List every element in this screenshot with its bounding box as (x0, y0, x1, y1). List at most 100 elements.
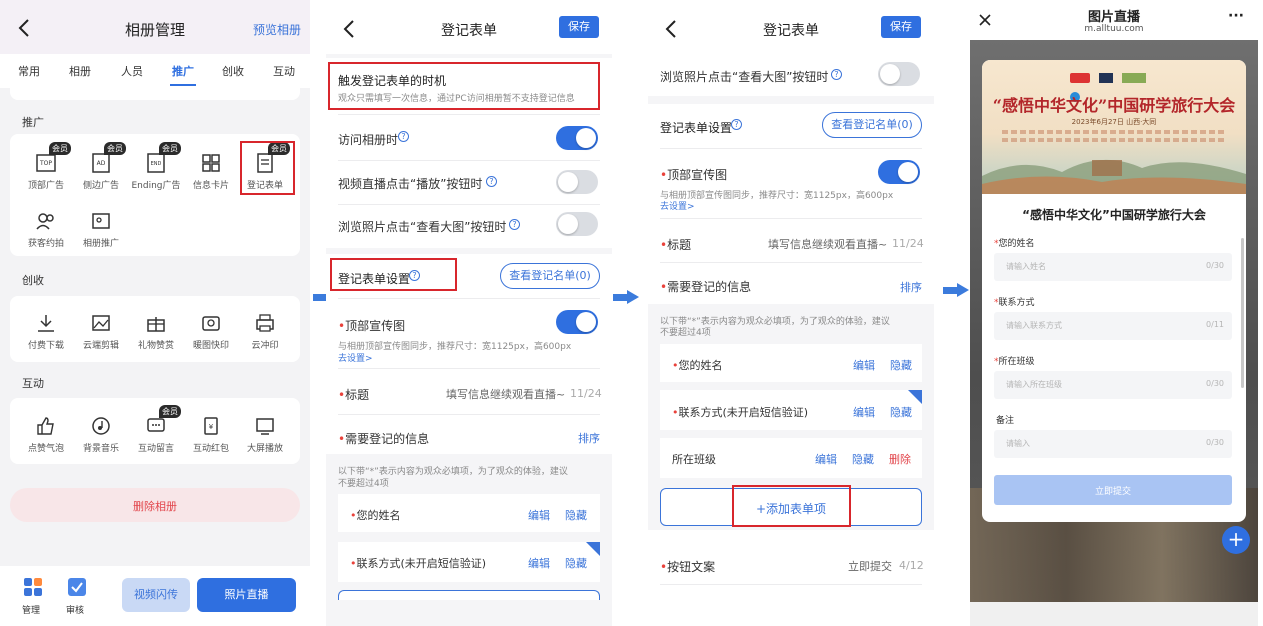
tab-album[interactable]: 相册 (69, 63, 91, 79)
save-button[interactable]: 保存 (559, 16, 599, 38)
help-icon[interactable]: ? (731, 119, 742, 130)
promo-side-ad[interactable]: 会员 AD 侧边广告 (71, 142, 131, 191)
video-flash-button[interactable]: 视频闪传 (122, 578, 190, 612)
highlight-form-settings (330, 258, 457, 291)
title-input[interactable]: 填写信息继续观看直播~ (768, 236, 887, 252)
interact-label: 大屏播放 (246, 444, 283, 454)
browse-photo-label: 浏览照片点击“查看大图”按钮时 (338, 220, 507, 234)
registration-form-scrolled-screen: 登记表单 保存 浏览照片点击“查看大图”按钮时 ? 登记表单设置 ? 查看登记名… (648, 0, 934, 626)
hide-link[interactable]: 隐藏 (852, 451, 874, 467)
go-settings-link[interactable]: 去设置> (338, 351, 373, 364)
flow-arrow (943, 283, 969, 297)
help-icon[interactable]: ? (398, 131, 409, 142)
top-banner-toggle[interactable] (556, 310, 598, 334)
review-tab[interactable]: 审核 (66, 576, 88, 616)
browse-photo-toggle[interactable] (556, 212, 598, 236)
add-item-edge (338, 590, 600, 600)
tab-promotion[interactable]: 推广 (172, 63, 194, 79)
interact-message[interactable]: 会员 互动留言 (126, 405, 186, 454)
revenue-cloud-edit[interactable]: 云端剪辑 (71, 312, 131, 351)
title-label: •标题 (660, 238, 692, 252)
class-field-label: *所在班级 (994, 357, 1035, 367)
view-registration-list-button[interactable]: 查看登记名单(0) (822, 112, 922, 138)
video-play-toggle[interactable] (556, 170, 598, 194)
top-banner-label: •顶部宣传图 (660, 168, 728, 182)
field-name-label: •您的姓名 (672, 359, 723, 372)
top-banner-label: •顶部宣传图 (338, 319, 406, 333)
edit-link[interactable]: 编辑 (815, 451, 837, 467)
hide-link[interactable]: 隐藏 (890, 404, 912, 420)
album-management-screen: 相册管理 预览相册 常用 相册 人员 推广 创收 互动 推广 会员 TOP 顶部… (0, 0, 310, 626)
interact-red-packet[interactable]: ¥ 互动红包 (181, 415, 241, 454)
revenue-quick-print[interactable]: 暖图快印 (181, 312, 241, 351)
revenue-label: 暖图快印 (192, 341, 229, 351)
tab-people[interactable]: 人员 (121, 63, 143, 79)
help-icon[interactable]: ? (486, 176, 497, 187)
add-fab-icon[interactable]: + (1222, 526, 1250, 554)
button-text-label: •按钮文案 (660, 560, 716, 574)
tab-interaction[interactable]: 互动 (273, 63, 295, 79)
preview-album-link[interactable]: 预览相册 (253, 21, 301, 38)
visit-album-label: 访问相册时 (338, 133, 399, 147)
corner-tag-icon (908, 390, 922, 404)
tab-revenue[interactable]: 创收 (222, 63, 244, 79)
edit-link[interactable]: 编辑 (853, 404, 875, 420)
scrollbar[interactable] (1241, 238, 1244, 388)
name-placeholder: 请输入姓名 (1006, 262, 1046, 271)
contact-field-label: *联系方式 (994, 298, 1035, 308)
photo-live-button[interactable]: 照片直播 (197, 578, 296, 612)
button-text-input[interactable]: 立即提交 (848, 558, 892, 574)
edit-link[interactable]: 编辑 (528, 555, 550, 571)
save-button[interactable]: 保存 (881, 16, 921, 38)
top-banner-toggle[interactable] (878, 160, 920, 184)
promo-label: 相册推广 (82, 239, 119, 249)
interact-bg-music[interactable]: 背景音乐 (71, 415, 131, 454)
class-char-count: 0/30 (1206, 379, 1224, 388)
class-input[interactable]: 请输入所在班级 0/30 (994, 371, 1232, 399)
revenue-gift[interactable]: 礼物赞赏 (126, 312, 186, 351)
visit-album-toggle[interactable] (556, 126, 598, 150)
interact-big-screen[interactable]: 大屏播放 (235, 415, 295, 454)
field-row-contact: •联系方式(未开启短信验证) 编辑 隐藏 (660, 390, 922, 430)
more-icon[interactable]: ··· (1228, 8, 1244, 24)
sort-link[interactable]: 排序 (578, 430, 600, 446)
note-input[interactable]: 请输入 0/30 (994, 430, 1232, 458)
page-url: m.alltuu.com (1084, 24, 1144, 34)
manage-tab[interactable]: 管理 (22, 576, 44, 616)
hide-link[interactable]: 隐藏 (565, 507, 587, 523)
contact-input[interactable]: 请输入联系方式 0/11 (994, 312, 1232, 340)
title-input[interactable]: 填写信息继续观看直播~ (446, 386, 565, 402)
promo-info-card[interactable]: 信息卡片 (181, 152, 241, 191)
submit-button[interactable]: 立即提交 (994, 475, 1232, 505)
interact-like-bubble[interactable]: 点赞气泡 (16, 415, 76, 454)
need-desc-line2: 不要超过4项 (660, 328, 711, 338)
corner-tag-icon (586, 542, 600, 556)
revenue-card: 付费下载 云端剪辑 礼物赞赏 暖图快印 云冲印 (10, 296, 300, 362)
delete-album-button[interactable]: 删除相册 (10, 488, 300, 522)
tab-common[interactable]: 常用 (18, 63, 40, 79)
help-icon[interactable]: ? (831, 69, 842, 80)
view-registration-list-button[interactable]: 查看登记名单(0) (500, 263, 600, 289)
edit-link[interactable]: 编辑 (853, 357, 875, 373)
name-input[interactable]: 请输入姓名 0/30 (994, 253, 1232, 281)
bottom-strip (970, 602, 1258, 626)
hide-link[interactable]: 隐藏 (890, 357, 912, 373)
help-icon[interactable]: ? (509, 219, 520, 230)
revenue-cloud-print[interactable]: 云冲印 (235, 312, 295, 351)
revenue-paid-download[interactable]: 付费下载 (16, 312, 76, 351)
browse-photo-toggle[interactable] (878, 62, 920, 86)
grid-icon (24, 578, 42, 596)
promo-ending-ad[interactable]: 会员 END Ending广告 (126, 142, 186, 191)
edit-link[interactable]: 编辑 (528, 507, 550, 523)
promo-album-promotion[interactable]: 相册推广 (71, 210, 131, 249)
promo-lead-booking[interactable]: 获客约拍 (16, 210, 76, 249)
hide-link[interactable]: 隐藏 (565, 555, 587, 571)
flow-arrow (613, 290, 639, 304)
check-icon (68, 578, 86, 596)
go-settings-link[interactable]: 去设置> (660, 199, 695, 212)
sort-link[interactable]: 排序 (900, 279, 922, 295)
logo-row (1070, 68, 1158, 102)
promo-top-ad[interactable]: 会员 TOP 顶部广告 (16, 142, 76, 191)
manage-label: 管理 (22, 606, 41, 616)
delete-link[interactable]: 删除 (889, 451, 911, 467)
